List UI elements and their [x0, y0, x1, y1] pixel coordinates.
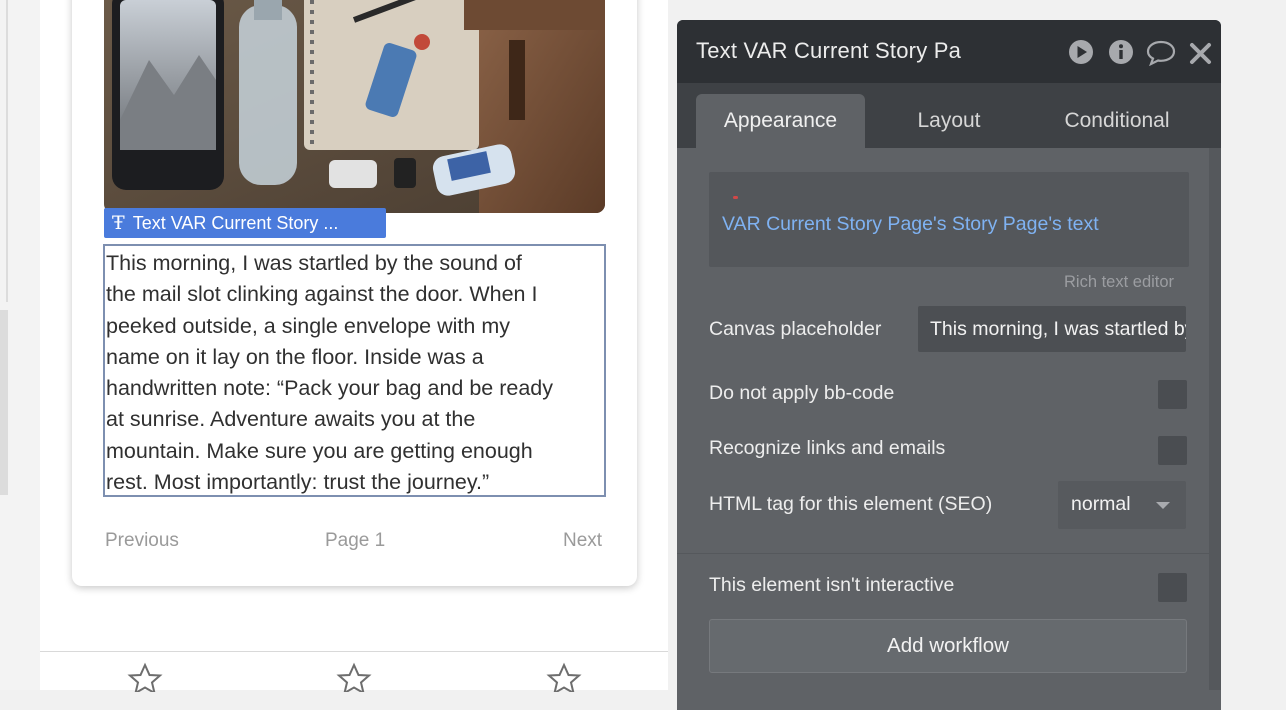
bb-code-checkbox[interactable] — [1158, 380, 1187, 409]
next-page-button[interactable]: Next — [563, 530, 602, 552]
panel-scrollbar[interactable] — [1209, 148, 1221, 690]
add-workflow-button[interactable]: Add workflow — [709, 619, 1187, 673]
not-interactive-checkbox[interactable] — [1158, 573, 1187, 602]
story-line: handwritten note: “Pack your bag and be … — [106, 376, 554, 401]
story-line: at sunrise. Adventure awaits you at the — [106, 407, 476, 432]
selected-element-tag-label: Text VAR Current Story ... — [132, 212, 339, 233]
close-icon[interactable] — [1188, 38, 1214, 66]
not-interactive-label: This element isn't interactive — [709, 574, 955, 596]
html-tag-select-value: normal — [1071, 493, 1131, 515]
gutter-divider — [6, 0, 8, 302]
tab-layout[interactable]: Layout — [879, 94, 1019, 148]
text-type-icon: Ŧ — [112, 212, 125, 234]
story-text-element[interactable]: This morning, I was startled by the soun… — [103, 244, 606, 497]
canvas-placeholder-label: Canvas placeholder — [709, 318, 882, 340]
recognize-links-checkbox[interactable] — [1158, 436, 1187, 465]
recognize-links-label: Recognize links and emails — [709, 437, 946, 459]
star-outline-icon[interactable] — [335, 662, 373, 696]
story-line: mountain. Make sure you are getting enou… — [106, 438, 533, 463]
story-image[interactable] — [104, 0, 605, 213]
panel-title: Text VAR Current Story Pa — [696, 38, 962, 63]
selected-element-tag[interactable]: Ŧ Text VAR Current Story ... — [104, 208, 386, 238]
story-line: peeked outside, a single envelope with m… — [106, 313, 510, 338]
chevron-down-icon[interactable] — [1156, 502, 1170, 509]
previous-page-button[interactable]: Previous — [105, 530, 179, 552]
gutter-scroll-marker — [0, 310, 8, 495]
star-outline-icon[interactable] — [545, 662, 583, 696]
story-line: rest. Most importantly: trust the journe… — [106, 470, 490, 495]
canvas-placeholder-input[interactable]: This morning, I was startled by the soun… — [918, 306, 1186, 352]
story-line: the mail slot clinking against the door.… — [106, 282, 538, 307]
page-indicator: Page 1 — [325, 530, 386, 551]
bb-code-label: Do not apply bb-code — [709, 382, 895, 404]
section-divider — [677, 553, 1209, 554]
dynamic-expression[interactable]: VAR Current Story Page's Story Page's te… — [722, 213, 1099, 236]
star-outline-icon[interactable] — [126, 662, 164, 696]
story-line: This morning, I was startled by the soun… — [106, 251, 522, 275]
comment-icon[interactable] — [1145, 38, 1177, 67]
rte-marker — [733, 196, 738, 199]
info-icon[interactable] — [1107, 38, 1135, 66]
story-line: name on it lay on the floor. Inside was … — [106, 344, 484, 369]
html-tag-label: HTML tag for this element (SEO) — [709, 493, 993, 515]
canvas-divider — [40, 651, 668, 652]
rich-text-editor-caption[interactable]: Rich text editor — [1064, 273, 1174, 292]
play-icon[interactable] — [1067, 38, 1095, 66]
tab-appearance[interactable]: Appearance — [696, 94, 865, 148]
tab-conditional[interactable]: Conditional — [1036, 94, 1198, 148]
